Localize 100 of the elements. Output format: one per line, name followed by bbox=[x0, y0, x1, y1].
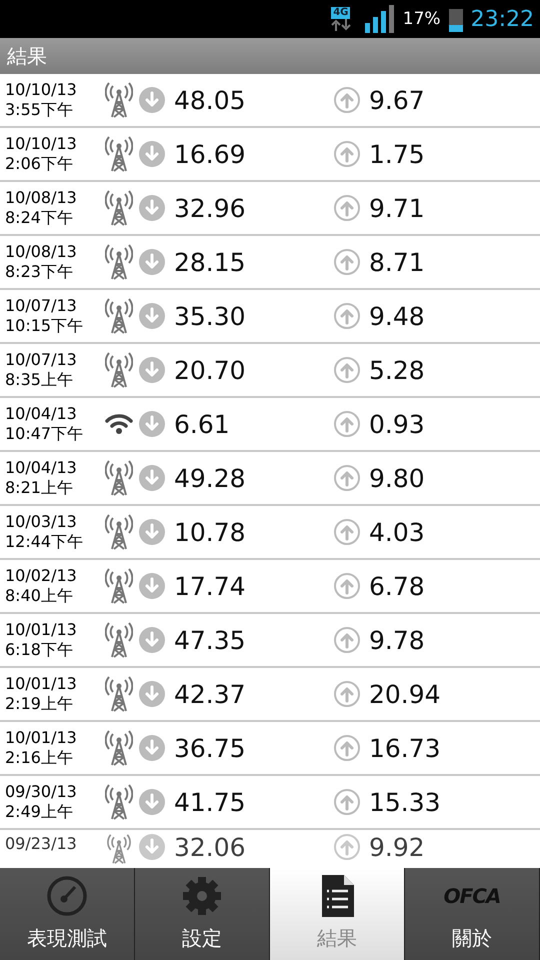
result-row[interactable]: 10/10/13 2:06下午 16.69 1.75 bbox=[0, 128, 540, 182]
download-speed: 32.06 bbox=[174, 834, 247, 862]
date-text: 10/03/13 bbox=[5, 512, 78, 532]
upload-speed: 9.71 bbox=[369, 194, 426, 222]
battery-percent: 17% bbox=[402, 9, 441, 29]
network-type-label: 4G bbox=[331, 7, 350, 19]
date-text: 10/08/13 bbox=[5, 242, 78, 262]
cell-tower-icon bbox=[105, 834, 133, 864]
cell-tower-icon bbox=[105, 730, 133, 766]
date-text: 10/07/13 bbox=[5, 296, 78, 316]
result-row[interactable]: 10/08/13 8:23下午 28.15 8.71 bbox=[0, 236, 540, 290]
time-text: 10:47下午 bbox=[5, 424, 84, 444]
cell-tower-icon bbox=[105, 190, 133, 226]
time-text: 12:44下午 bbox=[5, 532, 84, 552]
data-arrows-icon bbox=[330, 19, 351, 31]
download-speed: 20.70 bbox=[174, 356, 247, 384]
time-text: 8:24下午 bbox=[5, 208, 74, 228]
result-row[interactable]: 10/04/13 10:47下午 6.61 0.93 bbox=[0, 398, 540, 452]
date-text: 09/23/13 bbox=[5, 834, 78, 854]
cell-tower-icon bbox=[105, 568, 133, 604]
download-speed: 48.05 bbox=[174, 86, 247, 114]
cell-tower-icon bbox=[105, 514, 133, 550]
date-text: 10/10/13 bbox=[5, 80, 78, 100]
download-speed: 47.35 bbox=[174, 626, 247, 654]
date-text: 10/01/13 bbox=[5, 674, 78, 694]
time-text: 8:23下午 bbox=[5, 262, 74, 282]
date-text: 10/07/13 bbox=[5, 350, 78, 370]
result-row[interactable]: 10/02/13 8:40上午 17.74 6.78 bbox=[0, 560, 540, 614]
time-text: 10:15下午 bbox=[5, 316, 84, 336]
upload-speed: 20.94 bbox=[369, 680, 442, 708]
upload-speed: 9.48 bbox=[369, 302, 426, 330]
upload-speed: 5.28 bbox=[369, 356, 426, 384]
cell-tower-icon bbox=[105, 244, 133, 280]
date-text: 10/04/13 bbox=[5, 404, 78, 424]
download-speed: 41.75 bbox=[174, 788, 247, 816]
date-text: 10/01/13 bbox=[5, 620, 78, 640]
download-speed: 6.61 bbox=[174, 410, 231, 438]
download-speed: 17.74 bbox=[174, 572, 247, 600]
time-text: 3:55下午 bbox=[5, 100, 74, 120]
cell-tower-icon bbox=[105, 298, 133, 334]
time-text: 8:40上午 bbox=[5, 586, 74, 606]
result-row[interactable]: 10/07/13 8:35上午 20.70 5.28 bbox=[0, 344, 540, 398]
result-row[interactable]: 10/01/13 2:19上午 42.37 20.94 bbox=[0, 668, 540, 722]
speedometer-icon bbox=[46, 875, 88, 917]
gear-icon bbox=[182, 876, 222, 916]
date-text: 10/02/13 bbox=[5, 566, 78, 586]
download-speed: 36.75 bbox=[174, 734, 247, 762]
upload-speed: 6.78 bbox=[369, 572, 426, 600]
result-row[interactable]: 10/04/13 8:21上午 49.28 9.80 bbox=[0, 452, 540, 506]
upload-speed: 9.92 bbox=[369, 834, 426, 862]
cell-tower-icon bbox=[105, 622, 133, 658]
cell-tower-icon bbox=[105, 82, 133, 118]
download-speed: 42.37 bbox=[174, 680, 247, 708]
date-text: 10/01/13 bbox=[5, 728, 78, 748]
time-text: 2:19上午 bbox=[5, 694, 74, 714]
cell-tower-icon bbox=[105, 352, 133, 388]
upload-speed: 9.80 bbox=[369, 464, 426, 492]
upload-speed: 9.78 bbox=[369, 626, 426, 654]
download-speed: 28.15 bbox=[174, 248, 247, 276]
time-text: 2:06下午 bbox=[5, 154, 74, 174]
date-text: 10/08/13 bbox=[5, 188, 78, 208]
download-speed: 35.30 bbox=[174, 302, 247, 330]
date-text: 09/30/13 bbox=[5, 782, 78, 802]
time-text: 2:49上午 bbox=[5, 802, 74, 822]
document-list-icon bbox=[320, 875, 354, 917]
logo: OFCA bbox=[444, 884, 500, 908]
upload-speed: 1.75 bbox=[369, 140, 426, 168]
date-text: 10/04/13 bbox=[5, 458, 78, 478]
cell-tower-icon bbox=[105, 676, 133, 712]
upload-speed: 15.33 bbox=[369, 788, 442, 816]
screen-title: 結果 bbox=[0, 38, 540, 74]
download-speed: 49.28 bbox=[174, 464, 247, 492]
cell-tower-icon bbox=[105, 136, 133, 172]
result-row[interactable]: 09/30/13 2:49上午 41.75 15.33 bbox=[0, 776, 540, 830]
download-speed: 16.69 bbox=[174, 140, 247, 168]
wifi-icon bbox=[104, 413, 134, 435]
date-text: 10/10/13 bbox=[5, 134, 78, 154]
result-row[interactable]: 10/03/13 12:44下午 10.78 4.03 bbox=[0, 506, 540, 560]
upload-speed: 8.71 bbox=[369, 248, 426, 276]
result-row[interactable]: 10/07/13 10:15下午 35.30 9.48 bbox=[0, 290, 540, 344]
result-row[interactable]: 10/08/13 8:24下午 32.96 9.71 bbox=[0, 182, 540, 236]
time-text: 8:21上午 bbox=[5, 478, 74, 498]
clock: 23:22 bbox=[470, 6, 534, 32]
upload-speed: 16.73 bbox=[369, 734, 442, 762]
nav-tab[interactable]: 表現測試 bbox=[0, 868, 135, 960]
upload-speed: 4.03 bbox=[369, 518, 426, 546]
battery-icon bbox=[448, 6, 463, 32]
time-text: 6:18下午 bbox=[5, 640, 74, 660]
time-text: 8:35上午 bbox=[5, 370, 74, 390]
cell-tower-icon bbox=[105, 784, 133, 820]
upload-speed: 9.67 bbox=[369, 86, 426, 114]
result-row[interactable]: 10/10/13 3:55下午 48.05 9.67 bbox=[0, 74, 540, 128]
upload-speed: 0.93 bbox=[369, 410, 426, 438]
time-text: 2:16上午 bbox=[5, 748, 74, 768]
nav-tab[interactable]: OFCA 關於 bbox=[405, 868, 540, 960]
download-speed: 32.96 bbox=[174, 194, 247, 222]
nav-tab[interactable]: 設定 bbox=[135, 868, 270, 960]
cell-tower-icon bbox=[105, 460, 133, 496]
result-row[interactable]: 10/01/13 2:16上午 36.75 16.73 bbox=[0, 722, 540, 776]
result-row[interactable]: 10/01/13 6:18下午 47.35 9.78 bbox=[0, 614, 540, 668]
